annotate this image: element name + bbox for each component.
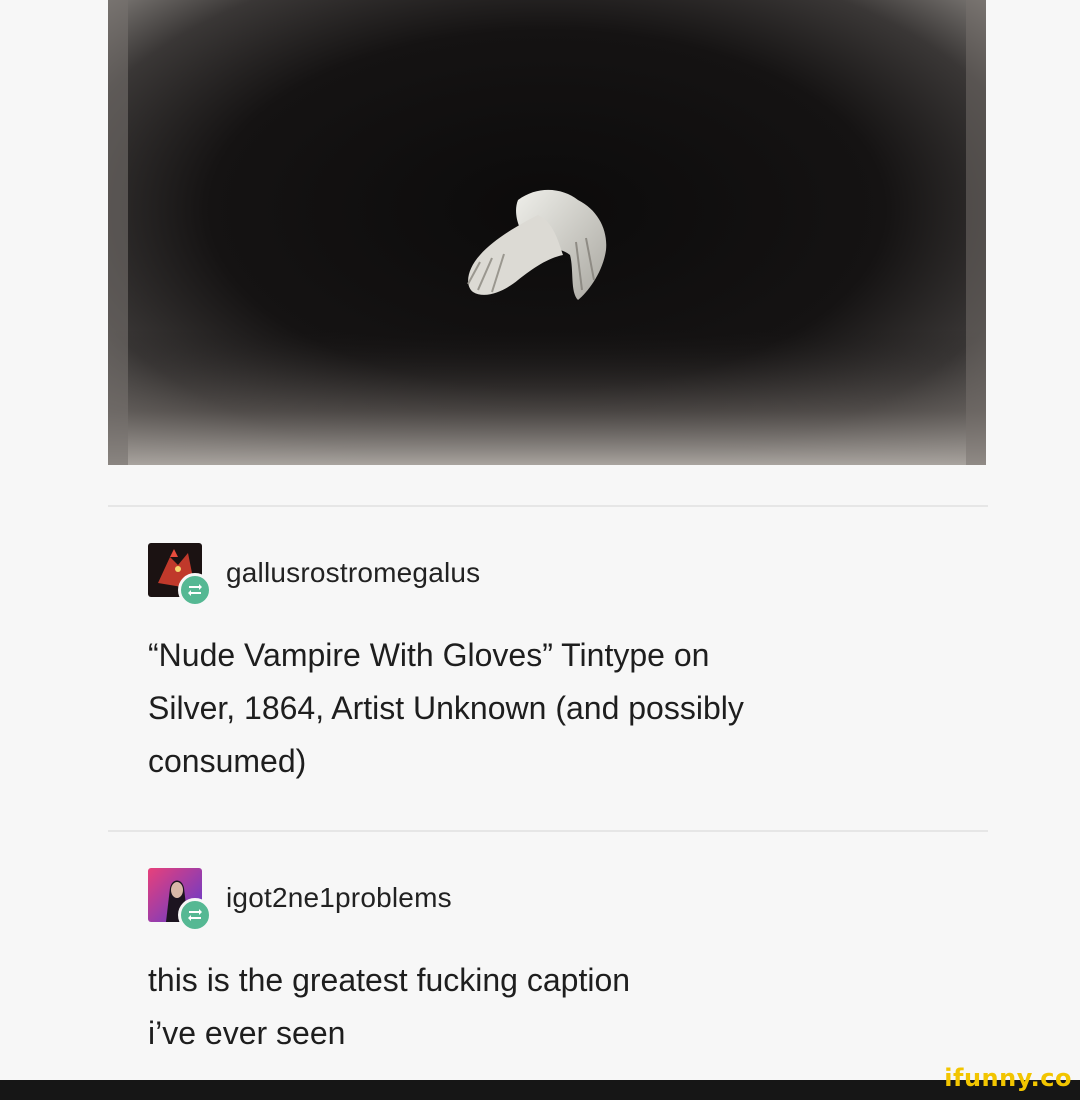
divider [108,505,988,507]
divider [108,830,988,832]
post-text-line: consumed) [148,743,307,779]
username-link[interactable]: igot2ne1problems [226,882,452,914]
avatar-container[interactable] [148,868,212,932]
post-text: this is the greatest fucking caption i’v… [148,954,968,1060]
username-link[interactable]: gallusrostromegalus [226,557,480,589]
tintype-photo [108,0,986,465]
reblog-entry: gallusrostromegalus “Nude Vampire With G… [148,543,968,788]
ifunny-watermark: ifunny.co [944,1064,1072,1092]
reblog-entry: igot2ne1problems this is the greatest fu… [148,868,968,1060]
gloves-image [108,0,986,465]
post-header: gallusrostromegalus [148,543,968,607]
reblog-icon [178,573,212,607]
post-text: “Nude Vampire With Gloves” Tintype on Si… [148,629,968,788]
post-text-line: “Nude Vampire With Gloves” Tintype on [148,637,710,673]
post-text-line: this is the greatest fucking caption [148,962,631,998]
post-text-line: Silver, 1864, Artist Unknown (and possib… [148,690,744,726]
footer-bar [0,1080,1080,1100]
post-header: igot2ne1problems [148,868,968,932]
avatar-container[interactable] [148,543,212,607]
tumblr-post-screenshot: gallusrostromegalus “Nude Vampire With G… [0,0,1080,1100]
post-text-line: i’ve ever seen [148,1015,346,1051]
reblog-icon [178,898,212,932]
